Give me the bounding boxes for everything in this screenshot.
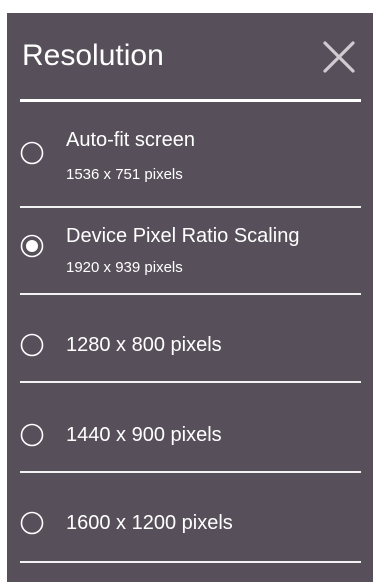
radio-button[interactable] <box>20 511 44 535</box>
radio-unchecked-icon <box>20 511 44 535</box>
close-button[interactable] <box>321 39 357 75</box>
option-1600x1200[interactable]: 1600 x 1200 pixels <box>20 473 361 563</box>
radio-button[interactable] <box>20 141 44 165</box>
radio-checked-icon <box>20 234 44 258</box>
option-label: Auto-fit screen <box>66 129 195 151</box>
option-label: 1280 x 800 pixels <box>66 334 222 356</box>
radio-unchecked-icon <box>20 423 44 447</box>
option-auto-fit-screen[interactable]: Auto-fit screen 1536 x 751 pixels <box>20 102 361 208</box>
option-1280x800[interactable]: 1280 x 800 pixels <box>20 295 361 383</box>
option-label: 1440 x 900 pixels <box>66 424 222 446</box>
option-label: 1600 x 1200 pixels <box>66 512 233 534</box>
radio-button[interactable] <box>20 423 44 447</box>
option-1440x900[interactable]: 1440 x 900 pixels <box>20 383 361 473</box>
option-device-pixel-ratio-scaling[interactable]: Device Pixel Ratio Scaling 1920 x 939 pi… <box>20 208 361 295</box>
divider <box>20 561 361 563</box>
radio-button[interactable] <box>20 234 44 258</box>
dialog-title: Resolution <box>22 39 164 72</box>
option-label: Device Pixel Ratio Scaling <box>66 225 300 247</box>
option-sublabel: 1920 x 939 pixels <box>66 259 183 276</box>
resolution-dialog: Resolution Auto-fit screen 1536 x 751 pi… <box>7 13 373 582</box>
option-sublabel: 1536 x 751 pixels <box>66 166 183 183</box>
radio-button[interactable] <box>20 333 44 357</box>
radio-unchecked-icon <box>20 141 44 165</box>
dialog-header: Resolution <box>7 13 373 99</box>
radio-unchecked-icon <box>20 333 44 357</box>
close-icon <box>323 41 355 73</box>
